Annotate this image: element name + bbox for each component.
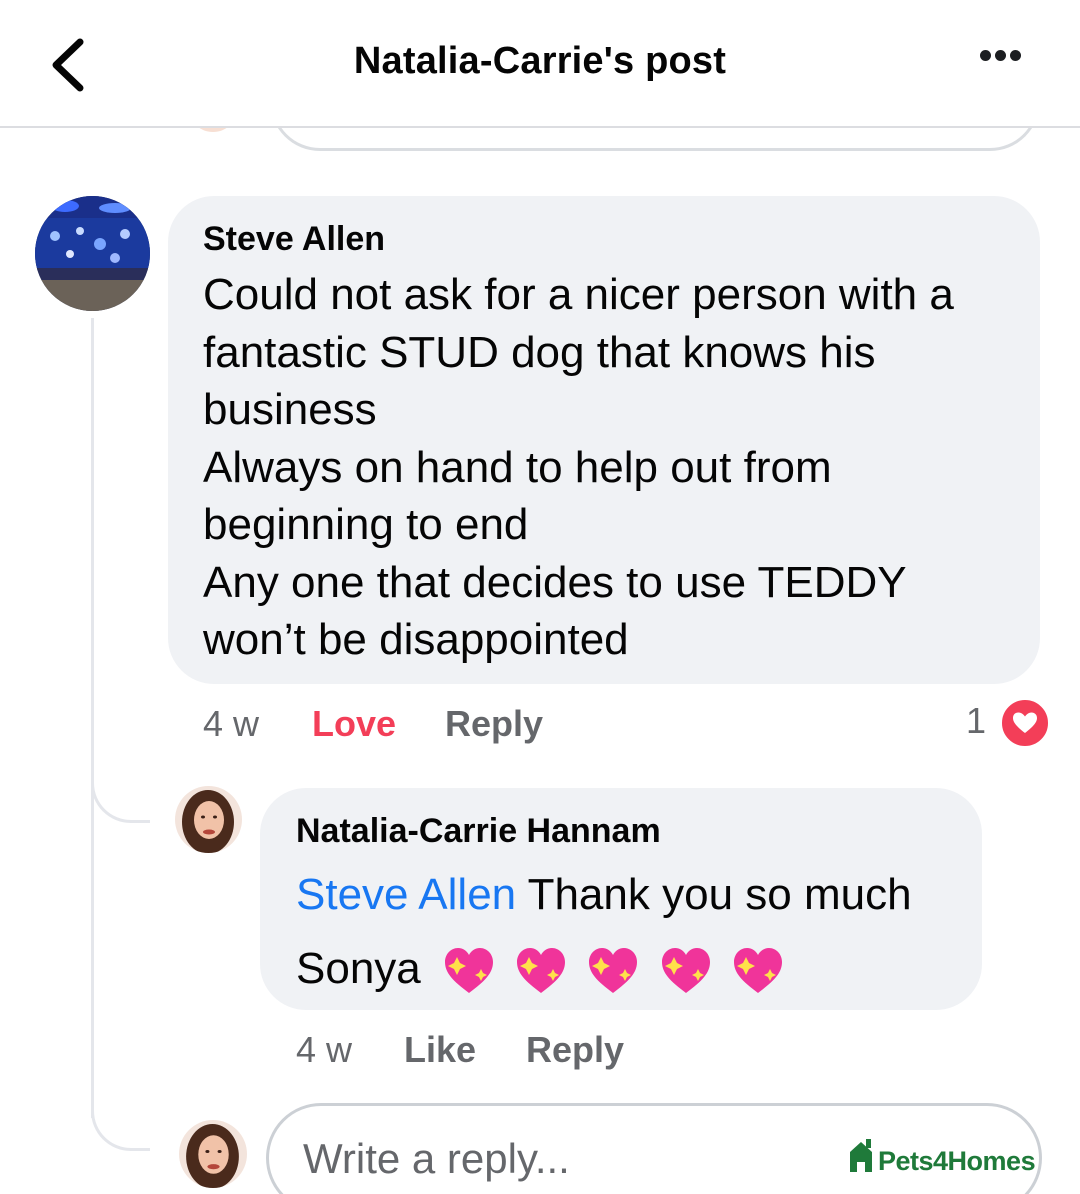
reply-button[interactable]: Reply [445,703,543,745]
top-bar: Natalia-Carrie's post [0,0,1080,128]
reply-bubble[interactable]: Natalia-Carrie Hannam Steve Allen Thank … [260,788,982,1010]
more-options-button[interactable] [980,48,1040,78]
composer-avatar [179,1120,247,1188]
watermark-text: Pets4Homes [878,1146,1036,1176]
comment-bubble[interactable]: Steve Allen Could not ask for a nicer pe… [168,196,1040,684]
reply-button[interactable]: Reply [526,1029,624,1071]
comment-timestamp: 4 w [203,703,260,744]
thread-line [91,318,94,1118]
mention-link[interactable]: Steve Allen [296,870,516,919]
pets4homes-watermark: Pets4Homes [846,1136,1046,1180]
comment-author[interactable]: Steve Allen [203,220,385,259]
avatar-natalia-carrie[interactable] [175,786,242,853]
reply-author[interactable]: Natalia-Carrie Hannam [296,812,661,851]
reply-timestamp: 4 w [296,1029,353,1070]
page-title: Natalia-Carrie's post [353,40,727,82]
aquarium-photo [35,196,150,311]
sparkling-heart-icon [661,948,710,994]
avatar-steve-allen[interactable] [35,196,150,311]
reply-text-line: Thank you so much [516,870,912,919]
reply-text-line: Sonya [296,944,421,993]
like-button[interactable]: Like [404,1029,476,1071]
thread-branch [91,760,150,823]
reaction-count[interactable]: 1 [966,700,986,742]
sparkling-heart-icon [733,948,782,994]
heart-reaction-icon[interactable] [1000,698,1050,748]
comment-line: beginning to end [203,500,529,549]
comment-text: Could not ask for a nicer person with a … [203,266,1033,669]
reply-text: Steve Allen Thank you so much Sonya [296,858,976,1008]
comment-line: Any one that decides to use TEDDY [203,557,907,607]
love-button[interactable]: Love [312,703,396,745]
comment-line: fantastic STUD dog that knows his [203,327,876,377]
thread-branch [91,1088,150,1151]
sparkling-heart-icon [445,948,493,994]
house-logo-icon [850,1139,872,1172]
emoji-group [441,934,790,1008]
comment-line: business [203,385,377,434]
reply-input[interactable] [301,1130,825,1188]
sparkling-heart-icon [517,948,566,994]
comment-line: Always on hand to help out from [203,442,832,492]
more-dots-icon [980,50,991,61]
comment-line: won’t be disappointed [203,615,629,664]
comment-line: Could not ask for a nicer person with a [203,270,954,319]
portrait-photo [179,1120,247,1188]
sparkling-heart-icon [589,948,638,994]
post-comments-screen: Natalia-Carrie's post Steve Allen Could … [0,0,1080,1194]
portrait-photo [175,786,242,853]
